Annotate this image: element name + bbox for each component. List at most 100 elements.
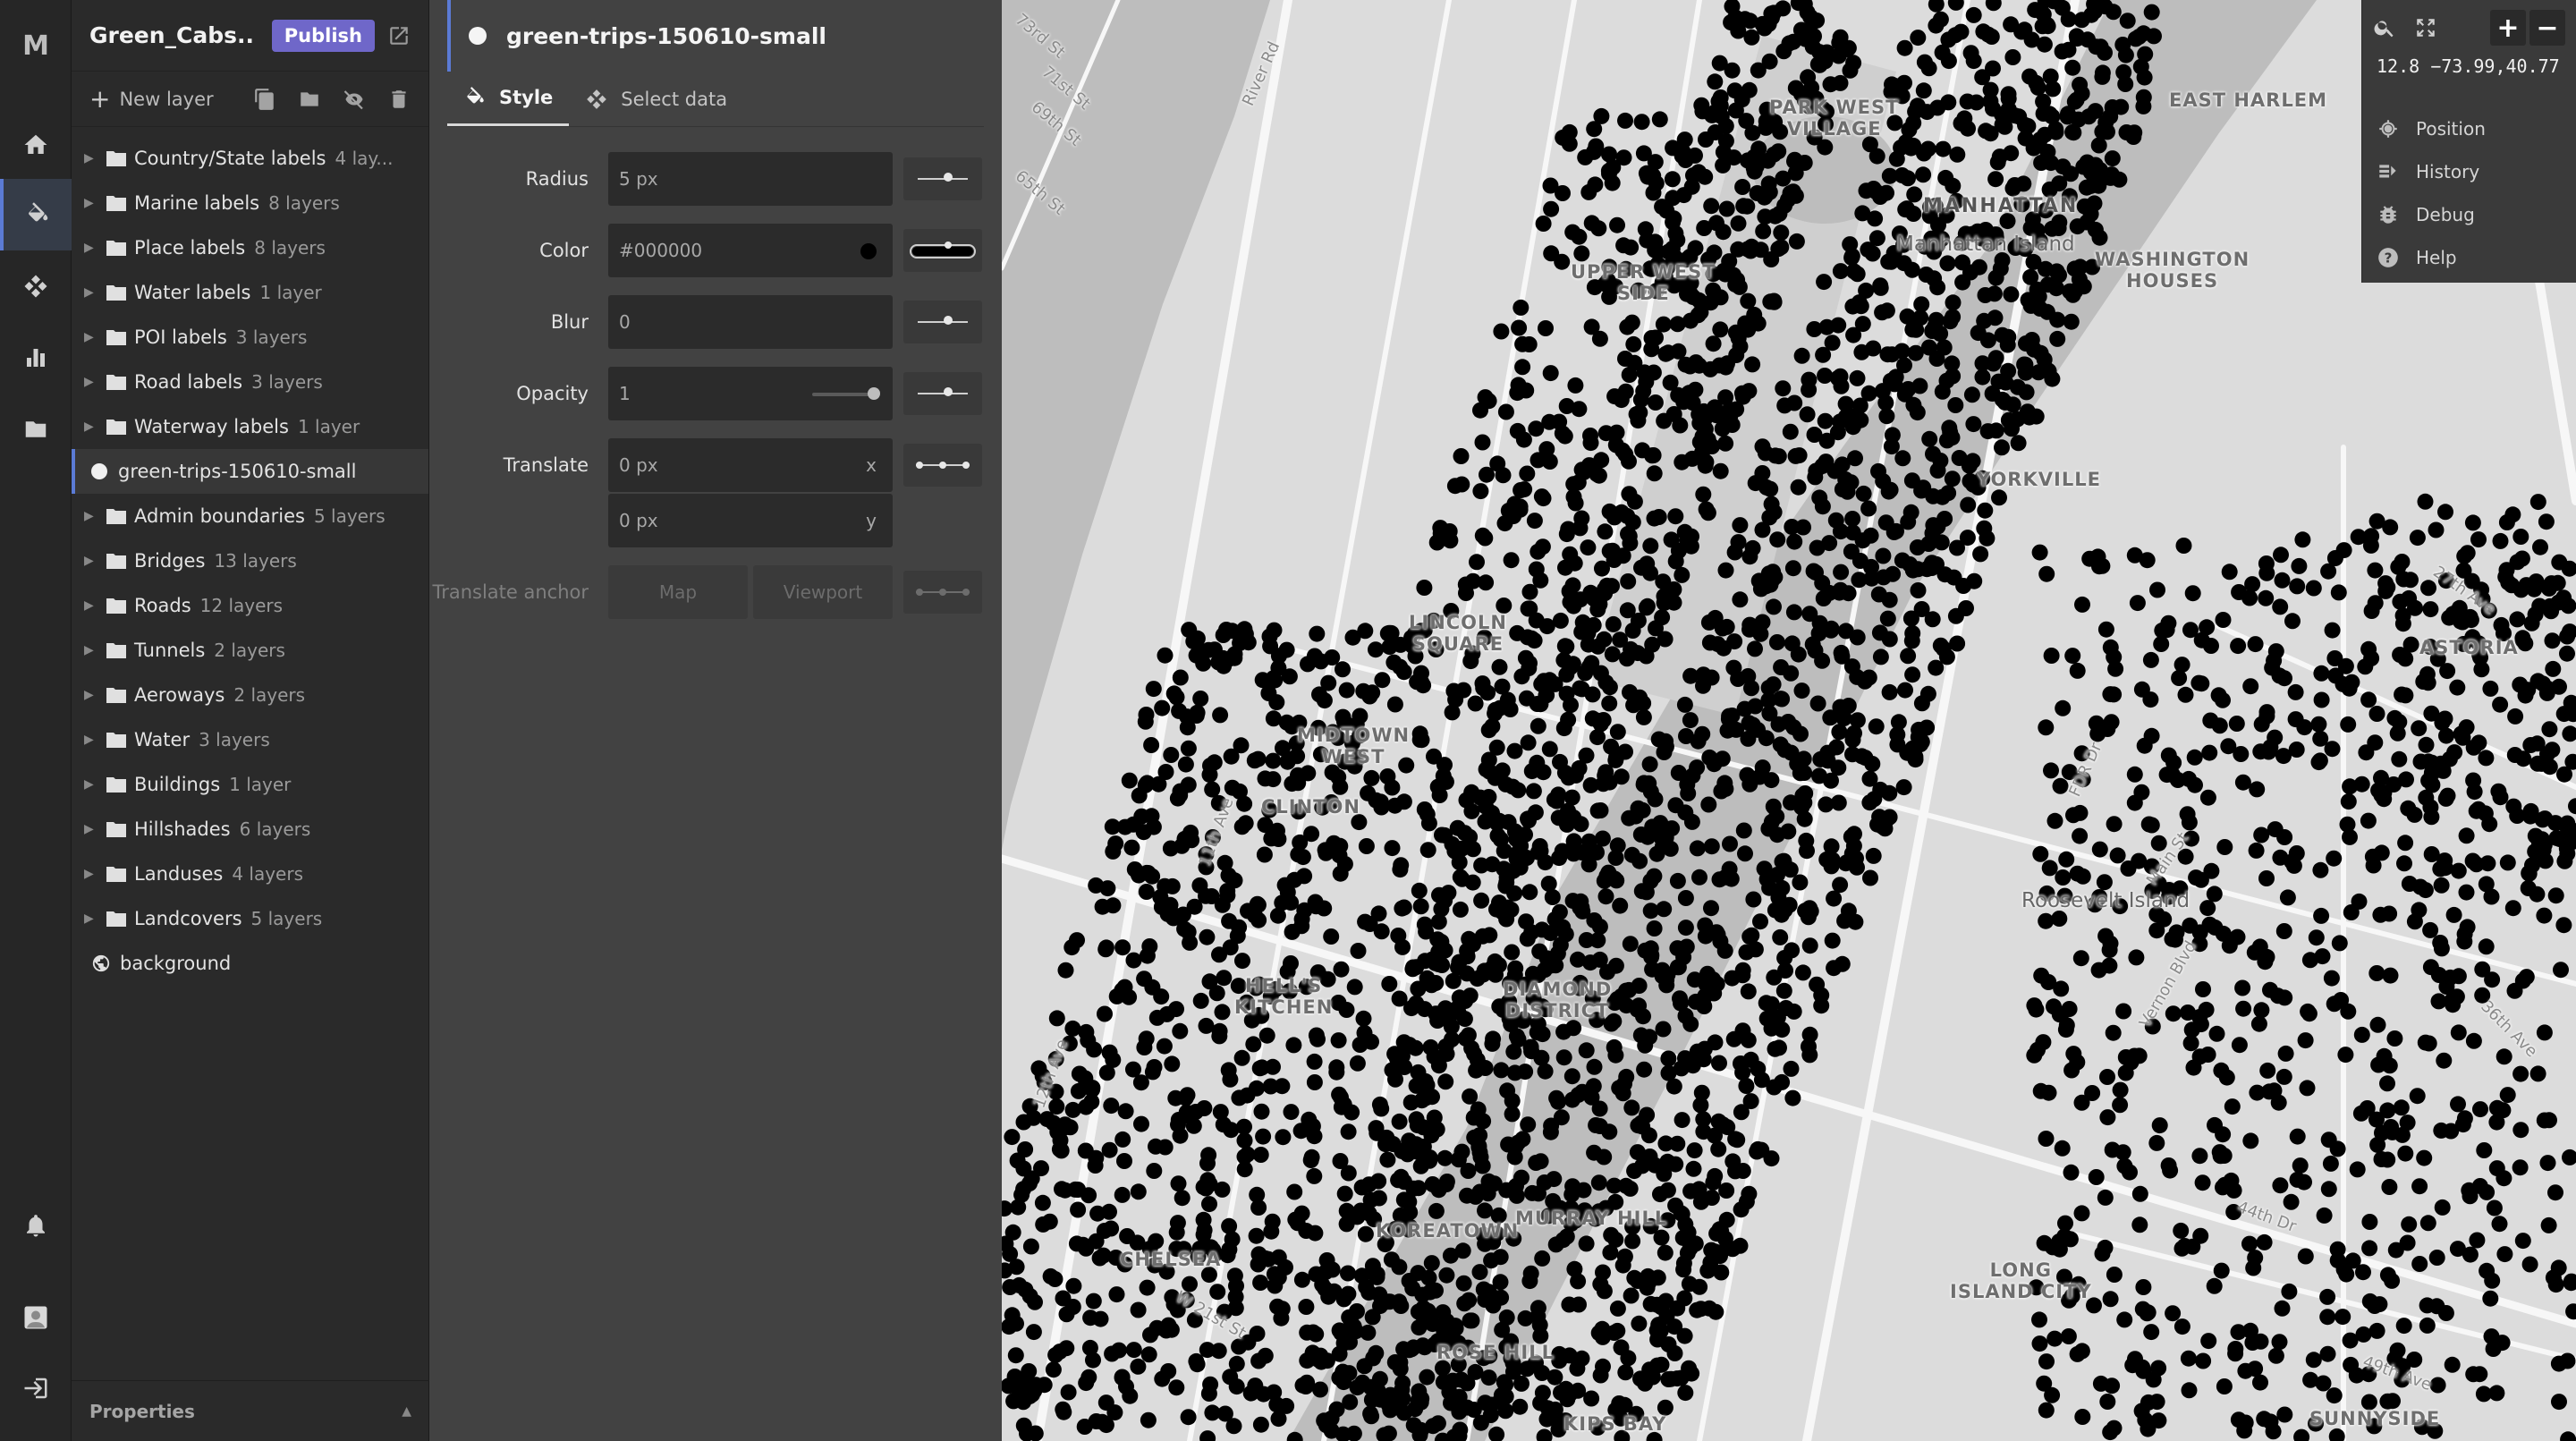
trip-point [2512, 1122, 2529, 1139]
radius-input[interactable]: 5 px [608, 152, 893, 206]
layer-group-item[interactable]: ▶ Roads 12 layers [72, 583, 428, 628]
layer-group-item[interactable]: ▶ Landuses 4 layers [72, 852, 428, 896]
translate-x-input[interactable]: 0 px x [608, 438, 893, 492]
label-murray-hill: MURRAY HILL [1515, 1208, 1668, 1229]
layer-group-item[interactable]: ▶ Road labels 3 layers [72, 360, 428, 404]
layer-group-item[interactable]: ▶ POI labels 3 layers [72, 315, 428, 360]
color-input[interactable]: #000000 [608, 224, 893, 277]
layer-group-item[interactable]: ▶ Water labels 1 layer [72, 270, 428, 315]
publish-button[interactable]: Publish [271, 19, 375, 52]
layer-group-item[interactable]: ▶ Landcovers 5 layers [72, 896, 428, 941]
layer-item-data-source[interactable]: green-trips-150610-small [72, 449, 428, 494]
tab-select-data[interactable]: Select data [569, 72, 743, 126]
caret-right-icon[interactable]: ▶ [84, 733, 102, 747]
opacity-function-button[interactable] [903, 372, 982, 415]
radius-function-button[interactable] [903, 157, 982, 200]
fullscreen-icon[interactable] [2414, 16, 2437, 39]
anchor-function-button[interactable] [903, 571, 982, 614]
app-logo[interactable]: M [0, 30, 72, 62]
caret-right-icon[interactable]: ▶ [84, 375, 102, 389]
zoom-in-button[interactable]: + [2490, 10, 2526, 46]
caret-right-icon[interactable]: ▶ [84, 554, 102, 568]
layer-group-item[interactable]: ▶ Tunnels 2 layers [72, 628, 428, 673]
trip-point [1521, 884, 1538, 901]
notifications-button[interactable] [0, 1190, 72, 1261]
color-swatch[interactable] [860, 243, 877, 259]
style-button[interactable] [0, 179, 72, 250]
layer-group-item[interactable]: ▶ Hillshades 6 layers [72, 807, 428, 852]
layer-group-item[interactable]: ▶ Admin boundaries 5 layers [72, 494, 428, 538]
user-avatar[interactable] [0, 1282, 72, 1353]
caret-right-icon[interactable]: ▶ [84, 196, 102, 210]
project-title[interactable]: Green_Cabs... [89, 22, 254, 48]
duplicate-layer-button[interactable] [253, 88, 276, 111]
caret-right-icon[interactable]: ▶ [84, 777, 102, 792]
anchor-viewport-option[interactable]: Viewport [753, 565, 893, 619]
logout-button[interactable] [0, 1352, 72, 1424]
toggle-visibility-button[interactable] [343, 88, 366, 111]
history-button[interactable]: History [2362, 150, 2576, 193]
open-external-button[interactable] [387, 24, 411, 47]
caret-right-icon[interactable]: ▶ [84, 643, 102, 657]
anchor-map-option[interactable]: Map [608, 565, 748, 619]
tab-style[interactable]: Style [447, 72, 570, 126]
layer-group-item[interactable]: ▶ Place labels 8 layers [72, 225, 428, 270]
opacity-slider[interactable] [812, 387, 880, 400]
position-button[interactable]: Position [2362, 107, 2576, 150]
trip-point [1070, 1201, 1087, 1218]
properties-section[interactable]: Properties ▲ [72, 1380, 429, 1441]
trip-point [2556, 766, 2572, 783]
trip-point [2368, 1322, 2385, 1339]
trip-point [2491, 1216, 2508, 1233]
caret-right-icon[interactable]: ▶ [84, 330, 102, 344]
translate-function-button[interactable] [903, 444, 982, 487]
files-button[interactable] [0, 394, 72, 465]
caret-right-icon[interactable]: ▶ [84, 509, 102, 523]
layer-group-item[interactable]: ▶ Buildings 1 layer [72, 762, 428, 807]
trip-point [2343, 904, 2360, 920]
zoom-out-button[interactable]: − [2529, 10, 2565, 46]
stats-button[interactable] [0, 322, 72, 394]
blur-function-button[interactable] [903, 301, 982, 343]
trip-point [1163, 1321, 1180, 1338]
trip-point [1086, 1041, 1103, 1058]
layer-item-background[interactable]: background [72, 941, 428, 986]
new-layer-button[interactable]: + New layer [89, 84, 214, 114]
layer-group-item[interactable]: ▶ Water 3 layers [72, 717, 428, 762]
caret-right-icon[interactable]: ▶ [84, 285, 102, 300]
caret-right-icon[interactable]: ▶ [84, 688, 102, 702]
search-icon[interactable] [2373, 16, 2396, 39]
new-folder-button[interactable] [298, 88, 321, 111]
layer-title: green-trips-150610-small [506, 22, 826, 49]
layer-group-item[interactable]: ▶ Waterway labels 1 layer [72, 404, 428, 449]
opacity-input[interactable]: 1 [608, 367, 893, 420]
translate-y-input[interactable]: 0 px y [608, 494, 893, 547]
layer-item-count: 3 layers [251, 371, 323, 393]
layer-group-item[interactable]: ▶ Bridges 13 layers [72, 538, 428, 583]
delete-layer-button[interactable] [387, 88, 411, 111]
caret-right-icon[interactable]: ▶ [84, 420, 102, 434]
trip-point [1664, 241, 1681, 257]
color-function-button[interactable] [903, 229, 982, 272]
caret-right-icon[interactable]: ▶ [84, 911, 102, 926]
components-button[interactable] [0, 250, 72, 322]
blur-input[interactable]: 0 [608, 295, 893, 349]
layer-group-item[interactable]: ▶ Marine labels 8 layers [72, 181, 428, 225]
caret-right-icon[interactable]: ▶ [84, 151, 102, 165]
layer-group-item[interactable]: ▶ Country/State labels 4 lay... [72, 136, 428, 181]
help-button[interactable]: ? Help [2362, 236, 2576, 279]
caret-right-icon[interactable]: ▶ [84, 598, 102, 613]
map-canvas[interactable]: MANHATTAN Manhattan Island PARK WEST VIL… [1002, 0, 2576, 1441]
trip-point [1148, 1138, 1164, 1155]
trip-point [2492, 789, 2509, 806]
trip-point [2060, 1328, 2077, 1344]
trip-point [1653, 1229, 1670, 1246]
debug-button[interactable]: Debug [2362, 193, 2576, 236]
caret-right-icon[interactable]: ▶ [84, 867, 102, 881]
trip-point [2441, 750, 2458, 767]
caret-right-icon[interactable]: ▶ [84, 241, 102, 255]
home-button[interactable] [0, 109, 72, 181]
caret-right-icon[interactable]: ▶ [84, 822, 102, 836]
layer-group-item[interactable]: ▶ Aeroways 2 layers [72, 673, 428, 717]
trip-point [1199, 928, 1216, 945]
